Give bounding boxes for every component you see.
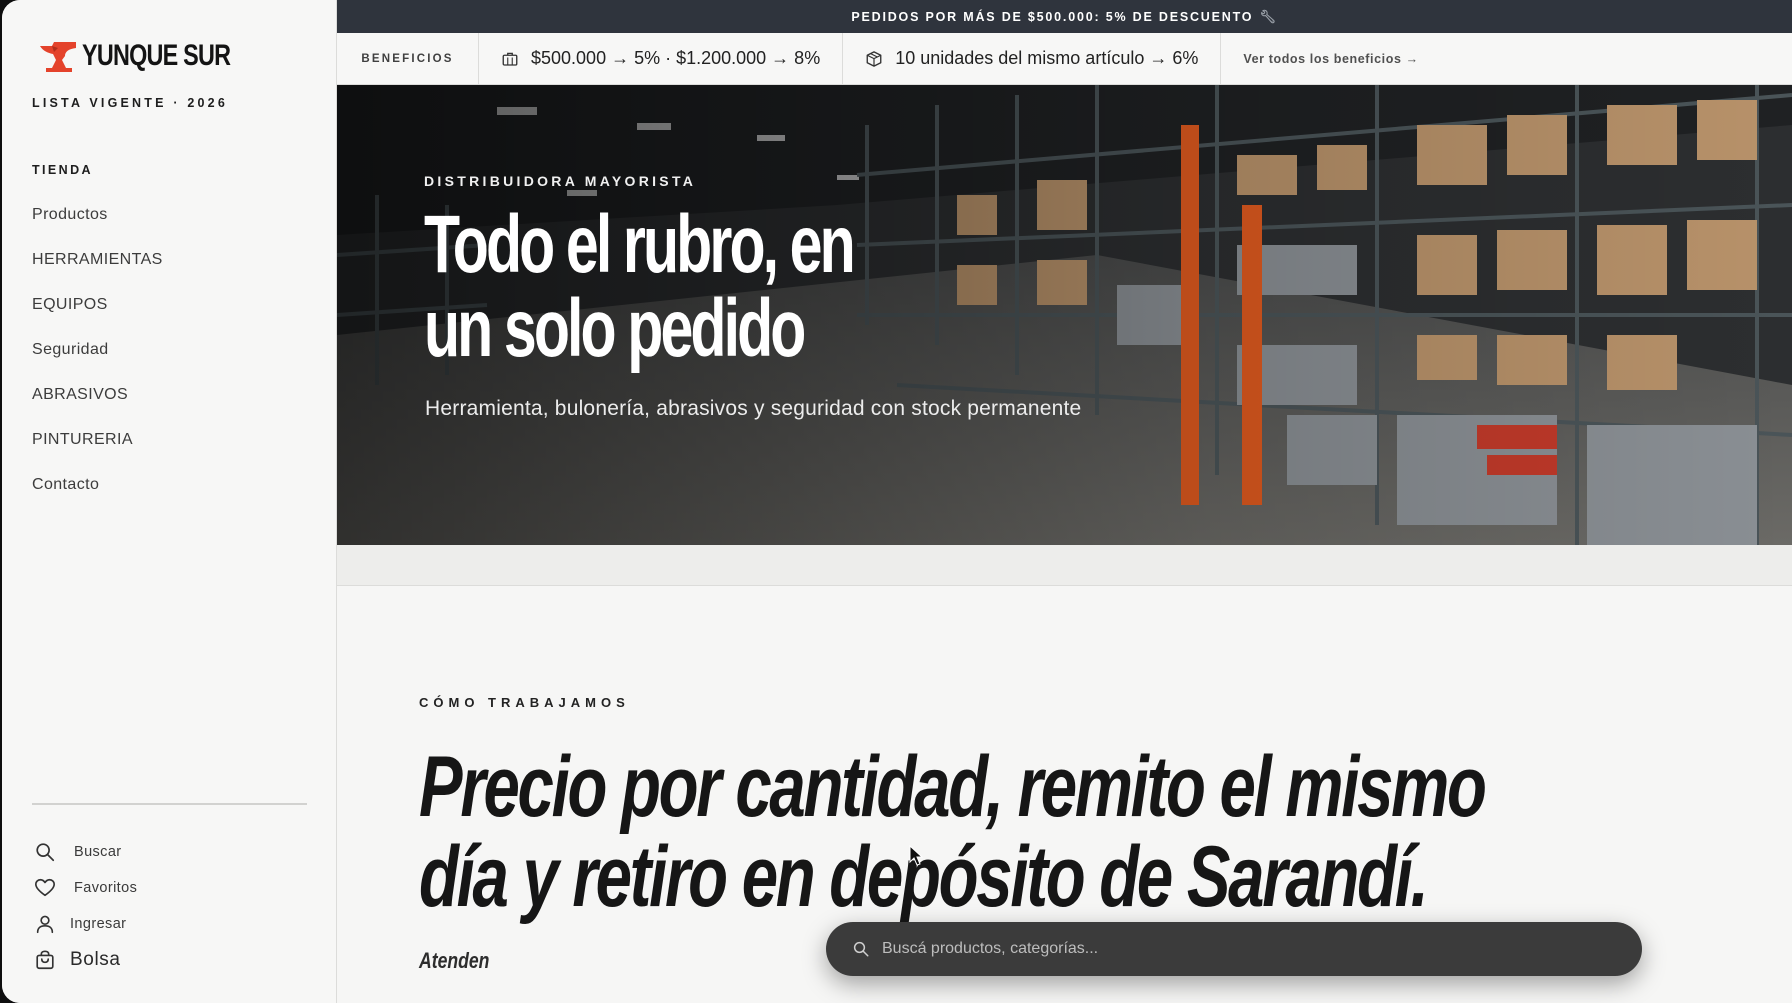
benefit-quantity-discount: 10 unidades del mismo artículo → 6% — [843, 33, 1222, 84]
user-icon — [36, 915, 54, 934]
sidebar-item-abrasivos[interactable]: ABRASIVOS — [32, 386, 163, 431]
hero-subtitle: Herramienta, bulonería, abrasivos y segu… — [425, 397, 1082, 420]
benefits-label: BENEFICIOS — [337, 33, 479, 84]
sidebar-item-label: ABRASIVOS — [32, 386, 129, 403]
sidebar-nav: Productos HERRAMIENTAS EQUIPOS Seguridad… — [32, 206, 163, 521]
section-divider-band — [337, 545, 1792, 586]
main-content: PEDIDOS POR MÁS DE $500.000: 5% DE DESCU… — [337, 0, 1792, 1003]
sidebar-section-title: TIENDA — [32, 163, 93, 177]
brand-logo[interactable]: YUNQUE SUR — [38, 38, 272, 74]
search-label: Buscar — [74, 844, 122, 860]
sidebar-item-pintureria[interactable]: PINTURERIA — [32, 431, 163, 476]
benefit-amount-discount: $500.000 → 5% · $1.200.000 → 8% — [479, 33, 844, 84]
sidebar-divider — [32, 803, 307, 805]
favorites-button[interactable]: Favoritos — [34, 870, 137, 906]
sidebar-item-label: Productos — [32, 206, 108, 223]
search-button[interactable]: Buscar — [34, 834, 137, 870]
brand-name: YUNQUE SUR — [82, 39, 231, 72]
floating-search-bar[interactable] — [826, 922, 1642, 976]
search-icon — [853, 941, 869, 957]
hero-title: Todo el rubro, en un solo pedido — [424, 203, 1014, 371]
sidebar-item-contacto[interactable]: Contacto — [32, 476, 163, 521]
benefits-bar: BENEFICIOS $500.000 → 5% · $1.200.000 → … — [337, 33, 1792, 85]
sidebar-actions: Buscar Favoritos Ingresar Bolsa — [34, 834, 137, 978]
sidebar-item-label: Contacto — [32, 476, 100, 493]
how-title: Precio por cantidad, remito el mismo día… — [419, 742, 1650, 922]
box-icon — [866, 50, 882, 67]
promo-text: PEDIDOS POR MÁS DE $500.000: 5% DE DESCU… — [851, 9, 1254, 24]
how-title-line: Precio por cantidad, remito el mismo — [419, 739, 1487, 835]
how-title-line: día y retiro en depósito de Sarandí. — [419, 829, 1429, 925]
briefcase-icon — [502, 52, 518, 66]
hero-title-line: Todo el rubro, en — [424, 199, 856, 290]
wrench-icon: 🔧︎ — [1259, 8, 1278, 24]
login-button[interactable]: Ingresar — [34, 906, 137, 942]
search-icon — [36, 843, 55, 862]
sidebar-item-productos[interactable]: Productos — [32, 206, 163, 251]
benefit-text: 10 unidades del mismo artículo → 6% — [895, 48, 1199, 68]
sidebar-item-label: PINTURERIA — [32, 431, 133, 448]
search-input[interactable] — [882, 940, 1602, 958]
login-label: Ingresar — [70, 916, 127, 932]
sidebar-item-equipos[interactable]: EQUIPOS — [32, 296, 163, 341]
anvil-logo-icon — [40, 42, 76, 72]
bag-button[interactable]: Bolsa — [34, 942, 137, 978]
bag-icon — [36, 950, 54, 970]
sidebar-item-herramientas[interactable]: HERRAMIENTAS — [32, 251, 163, 296]
how-eyebrow: CÓMO TRABAJAMOS — [419, 695, 630, 710]
bag-label: Bolsa — [70, 949, 121, 970]
promo-bar: PEDIDOS POR MÁS DE $500.000: 5% DE DESCU… — [337, 0, 1792, 33]
sidebar-item-label: Seguridad — [32, 341, 109, 358]
all-benefits-link[interactable]: Ver todos los beneficios → — [1221, 52, 1418, 66]
how-subtitle: Atenden — [419, 948, 490, 973]
app-window: YUNQUE SUR LISTA VIGENTE · 2026 TIENDA P… — [2, 0, 1792, 1003]
sidebar-item-label: EQUIPOS — [32, 296, 108, 313]
favorites-label: Favoritos — [74, 880, 138, 896]
mouse-cursor-icon — [909, 845, 923, 866]
sidebar-item-seguridad[interactable]: Seguridad — [32, 341, 163, 386]
heart-icon — [35, 878, 55, 897]
sidebar: YUNQUE SUR LISTA VIGENTE · 2026 TIENDA P… — [2, 0, 337, 1003]
hero-banner: DISTRIBUIDORA MAYORISTA Todo el rubro, e… — [337, 85, 1792, 545]
sidebar-item-label: HERRAMIENTAS — [32, 251, 163, 268]
benefit-text: $500.000 → 5% · $1.200.000 → 8% — [531, 48, 821, 68]
hero-title-line: un solo pedido — [424, 283, 806, 374]
hero-eyebrow: DISTRIBUIDORA MAYORISTA — [424, 173, 697, 189]
brand-tagline: LISTA VIGENTE · 2026 — [32, 96, 228, 110]
